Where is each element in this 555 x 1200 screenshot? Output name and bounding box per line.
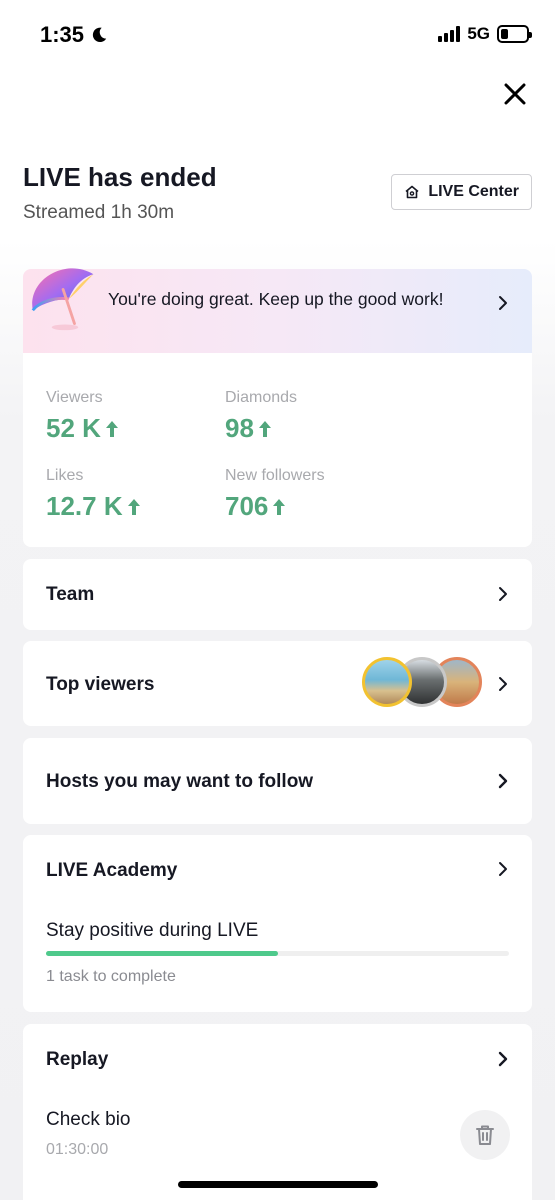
- team-row[interactable]: Team: [23, 559, 532, 630]
- stat-new-followers: New followers 706: [225, 467, 325, 522]
- academy-progress-fill: [46, 951, 278, 956]
- stat-label: Likes: [46, 467, 84, 484]
- chevron-right-icon[interactable]: [496, 1050, 510, 1068]
- page-title: LIVE has ended: [23, 162, 217, 192]
- live-academy-card[interactable]: LIVE Academy Stay positive during LIVE 1…: [23, 835, 532, 1012]
- stat-value: 98: [225, 413, 297, 444]
- signal-icon: [438, 26, 461, 42]
- stat-number: 706: [225, 491, 269, 521]
- arrow-up-icon: [273, 498, 286, 515]
- live-academy-label: LIVE Academy: [46, 860, 178, 881]
- chevron-right-icon: [499, 296, 507, 310]
- chevron-right-icon: [499, 862, 507, 876]
- stat-number: 52 K: [46, 413, 101, 443]
- hosts-label: Hosts you may want to follow: [46, 771, 314, 792]
- academy-task-title: Stay positive during LIVE: [46, 920, 259, 941]
- status-indicators: 5G: [438, 24, 532, 44]
- chevron-right-icon: [498, 773, 508, 789]
- delete-replay-button[interactable]: [460, 1110, 510, 1160]
- network-type: 5G: [467, 24, 490, 43]
- status-time: 1:35: [40, 22, 108, 48]
- replay-card: Replay Check bio 01:30:00: [23, 1024, 532, 1200]
- stream-duration: Streamed 1h 30m: [23, 202, 175, 223]
- home-icon: [405, 185, 419, 199]
- battery-fill: [501, 29, 509, 39]
- stat-diamonds: Diamonds 98: [225, 389, 297, 444]
- banner-message: You're doing great. Keep up the good wor…: [108, 289, 444, 309]
- top-viewers-avatars: [362, 657, 482, 711]
- live-center-button[interactable]: LIVE Center: [391, 174, 532, 210]
- academy-task-status: 1 task to complete: [46, 968, 176, 985]
- stat-value: 706: [225, 491, 325, 522]
- clock-text: 1:35: [40, 22, 85, 47]
- arrow-up-icon: [258, 420, 271, 437]
- trash-icon: [476, 1125, 494, 1145]
- umbrella-icon: [31, 268, 94, 331]
- moon-icon: [92, 27, 107, 43]
- stat-likes: Likes 12.7 K: [46, 467, 141, 522]
- stat-number: 12.7 K: [46, 491, 123, 521]
- hosts-row[interactable]: Hosts you may want to follow: [23, 738, 532, 824]
- stat-viewers: Viewers 52 K: [46, 389, 119, 444]
- home-indicator: [178, 1181, 378, 1188]
- chevron-right-icon: [499, 677, 507, 691]
- stat-label: New followers: [225, 467, 325, 484]
- team-label: Team: [46, 584, 95, 605]
- live-center-label: LIVE Center: [428, 183, 519, 200]
- stats-card: Viewers 52 K Diamonds 98 Likes 12.7 K Ne…: [23, 353, 532, 547]
- chevron-right-icon: [499, 587, 507, 601]
- stat-value: 12.7 K: [46, 491, 141, 522]
- stat-label: Diamonds: [225, 389, 298, 406]
- arrow-up-icon: [105, 420, 118, 437]
- replay-label: Replay: [46, 1049, 109, 1070]
- academy-progress-bar: [46, 951, 509, 956]
- status-bar: 1:35 5G: [0, 0, 555, 70]
- top-viewers-row[interactable]: Top viewers: [23, 641, 532, 726]
- stat-value: 52 K: [46, 413, 119, 444]
- stat-label: Viewers: [46, 389, 103, 406]
- replay-item-title[interactable]: Check bio: [46, 1109, 131, 1131]
- encouragement-banner[interactable]: You're doing great. Keep up the good wor…: [23, 268, 532, 353]
- close-icon[interactable]: [501, 80, 529, 108]
- replay-item-duration: 01:30:00: [46, 1141, 109, 1158]
- stat-number: 98: [225, 413, 254, 443]
- battery-icon: [497, 25, 532, 43]
- arrow-up-icon: [127, 498, 140, 515]
- top-viewers-label: Top viewers: [46, 674, 155, 695]
- avatar: [362, 657, 412, 707]
